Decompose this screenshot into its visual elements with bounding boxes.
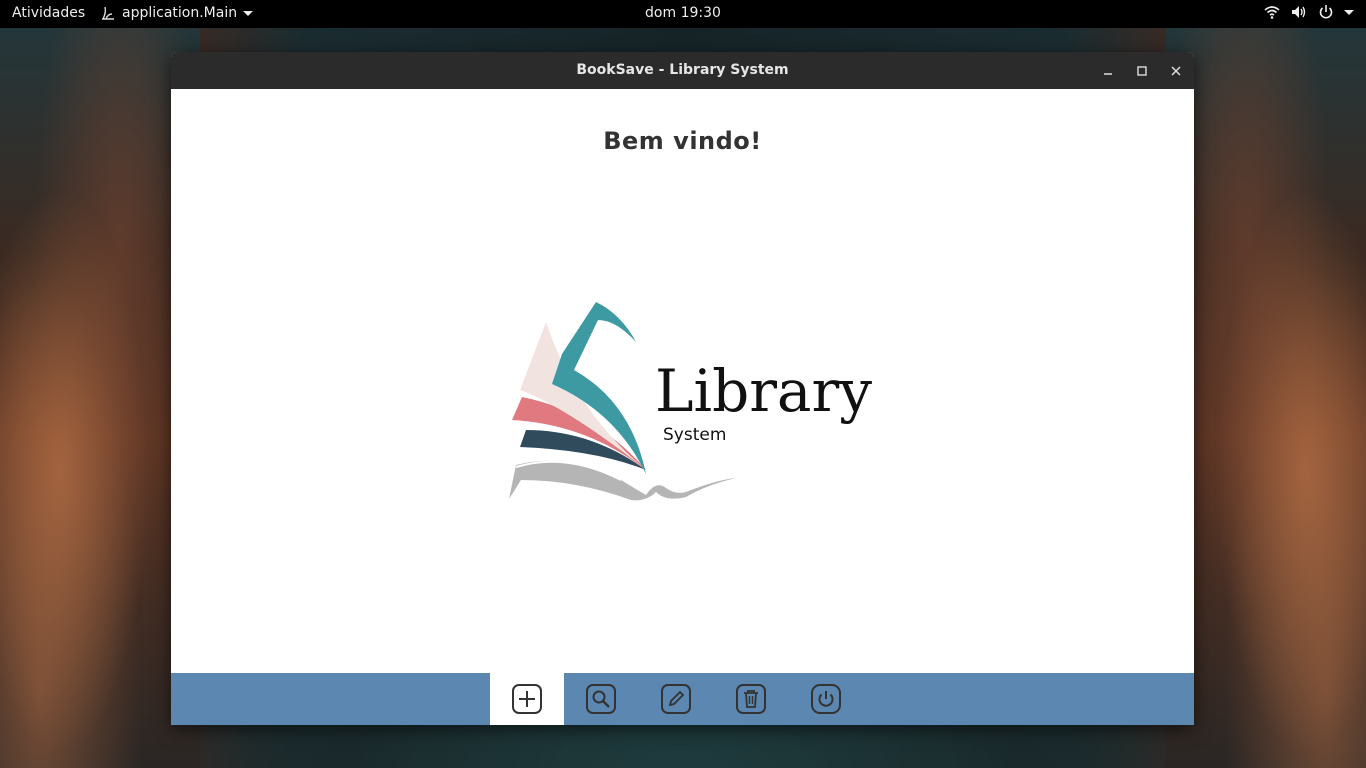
plus-icon (512, 684, 542, 714)
edit-button[interactable] (639, 673, 713, 725)
app-menu-label: application.Main (122, 5, 238, 21)
search-icon (586, 684, 616, 714)
minimize-icon[interactable] (1098, 61, 1118, 81)
power-button-icon (811, 684, 841, 714)
logo-word: Library (655, 357, 872, 425)
chevron-down-icon (243, 10, 254, 16)
maximize-icon[interactable] (1132, 61, 1152, 81)
bottom-toolbar (171, 673, 1194, 725)
system-tray[interactable] (1264, 4, 1354, 20)
tray-chevron-down-icon (1344, 9, 1354, 15)
top-bar: Atividades application.Main dom 19:30 (0, 0, 1366, 28)
title-bar[interactable]: BookSave - Library System (171, 52, 1194, 90)
power-icon (1319, 5, 1333, 19)
wifi-icon (1264, 6, 1280, 19)
app-window: BookSave - Library System Bem vindo! Lib… (171, 52, 1194, 725)
wallpaper-right (1166, 28, 1366, 768)
volume-icon (1292, 6, 1306, 18)
wallpaper-left (0, 28, 200, 768)
main-content: Bem vindo! Library System (171, 89, 1194, 673)
close-icon[interactable] (1166, 61, 1186, 81)
app-icon (102, 6, 114, 20)
add-button[interactable] (490, 673, 564, 725)
search-button[interactable] (564, 673, 638, 725)
exit-button[interactable] (789, 673, 863, 725)
activities-button[interactable]: Atividades (12, 5, 85, 21)
welcome-heading: Bem vindo! (603, 127, 762, 155)
clock[interactable]: dom 19:30 (645, 5, 721, 21)
app-menu[interactable]: application.Main (100, 5, 254, 21)
pencil-icon (661, 684, 691, 714)
trash-icon (736, 684, 766, 714)
window-title: BookSave - Library System (576, 62, 789, 78)
logo-subtitle: System (663, 425, 727, 445)
delete-button[interactable] (714, 673, 788, 725)
